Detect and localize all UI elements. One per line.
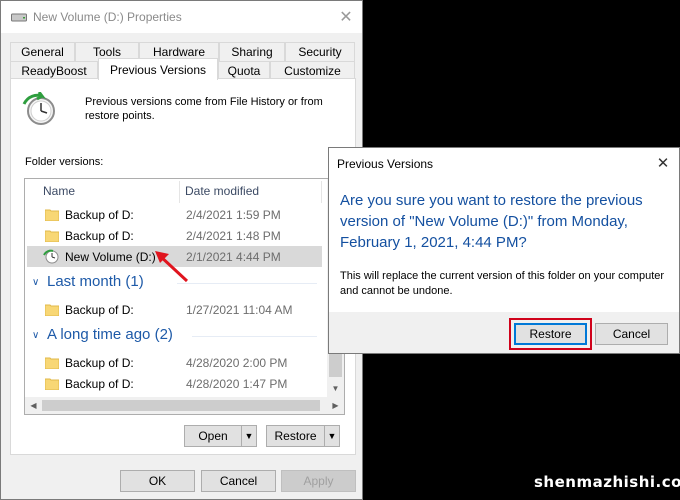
panel-description: Previous versions come from File History…: [85, 96, 323, 122]
list-item[interactable]: Backup of D: 2/4/2021 1:48 PM: [27, 225, 322, 246]
list-item[interactable]: Backup of D: 1/27/2021 11:04 AM: [27, 299, 322, 320]
list-item[interactable]: Backup of D: 4/28/2020 1:47 PM: [27, 373, 322, 394]
title-bar: New Volume (D:) Properties ✕: [1, 1, 362, 33]
group-header-long-time-ago[interactable]: ∨ A long time ago (2): [27, 324, 322, 348]
column-separator: [321, 181, 322, 203]
column-separator: [179, 181, 180, 203]
restore-clock-icon: [22, 92, 55, 125]
close-icon[interactable]: ✕: [647, 148, 679, 178]
dialog-question: Are you sure you want to restore the pre…: [340, 192, 643, 251]
chevron-down-icon: ∨: [32, 277, 40, 288]
folder-icon: [45, 378, 59, 390]
group-title: Last month (1): [47, 273, 144, 290]
cancel-button[interactable]: Cancel: [201, 470, 276, 492]
drive-icon: [11, 13, 27, 22]
dialog-cancel-button[interactable]: Cancel: [595, 323, 668, 345]
apply-button[interactable]: Apply: [281, 470, 356, 492]
item-date: 4/28/2020 1:47 PM: [186, 377, 288, 391]
horizontal-scrollbar[interactable]: ◀ ▶: [25, 397, 344, 414]
column-header-date[interactable]: Date modified: [185, 179, 259, 203]
item-date: 2/1/2021 4:44 PM: [186, 250, 281, 264]
scroll-left-icon[interactable]: ◀: [25, 401, 42, 410]
tab-previous-versions[interactable]: Previous Versions: [98, 58, 218, 80]
column-header-name[interactable]: Name: [43, 179, 75, 203]
item-name: Backup of D:: [65, 303, 134, 317]
ok-button[interactable]: OK: [120, 470, 195, 492]
folder-icon: [45, 209, 59, 221]
item-name: Backup of D:: [65, 356, 134, 370]
item-date: 1/27/2021 11:04 AM: [186, 303, 293, 317]
scroll-down-icon[interactable]: ▼: [327, 384, 344, 393]
restore-highlight-box: [509, 318, 592, 350]
restore-button[interactable]: Restore: [266, 425, 324, 447]
item-date: 2/4/2021 1:59 PM: [186, 208, 281, 222]
item-name: Backup of D:: [65, 229, 134, 243]
scroll-thumb[interactable]: [42, 400, 320, 411]
window-title: New Volume (D:) Properties: [33, 10, 182, 24]
restore-version-icon: [43, 249, 59, 264]
tab-security[interactable]: Security: [285, 42, 355, 61]
group-divider: [177, 283, 317, 284]
close-button[interactable]: ✕: [330, 1, 362, 33]
restore-dropdown-arrow-icon[interactable]: ▼: [324, 425, 340, 447]
folder-versions-list[interactable]: Name Date modified Backup of D: 2/4/2021…: [24, 178, 345, 415]
item-name: Backup of D:: [65, 208, 134, 222]
tab-sharing[interactable]: Sharing: [219, 42, 285, 61]
red-pointer-arrow: [155, 251, 189, 283]
list-item[interactable]: Backup of D: 2/4/2021 1:59 PM: [27, 204, 322, 225]
watermark: shenmazhishi.com: [534, 473, 680, 491]
folder-versions-label: Folder versions:: [25, 156, 104, 168]
open-button[interactable]: Open: [184, 425, 241, 447]
item-date: 4/28/2020 2:00 PM: [186, 356, 288, 370]
folder-icon: [45, 357, 59, 369]
chevron-down-icon: ∨: [32, 330, 40, 341]
item-name: New Volume (D:): [65, 250, 156, 264]
dialog-title: Previous Versions: [337, 157, 434, 171]
group-title: A long time ago (2): [47, 326, 173, 343]
list-item[interactable]: Backup of D: 4/28/2020 2:00 PM: [27, 352, 322, 373]
open-dropdown-arrow-icon[interactable]: ▼: [241, 425, 257, 447]
previous-versions-dialog: Previous Versions ✕ Are you sure you wan…: [328, 147, 680, 354]
dialog-message: This will replace the current version of…: [340, 270, 665, 297]
item-date: 2/4/2021 1:48 PM: [186, 229, 281, 243]
folder-icon: [45, 230, 59, 242]
folder-icon: [45, 304, 59, 316]
group-divider: [192, 336, 317, 337]
properties-window: New Volume (D:) Properties ✕ General Too…: [0, 0, 363, 500]
tab-general[interactable]: General: [10, 42, 75, 61]
item-name: Backup of D:: [65, 377, 134, 391]
scroll-right-icon[interactable]: ▶: [327, 401, 344, 410]
